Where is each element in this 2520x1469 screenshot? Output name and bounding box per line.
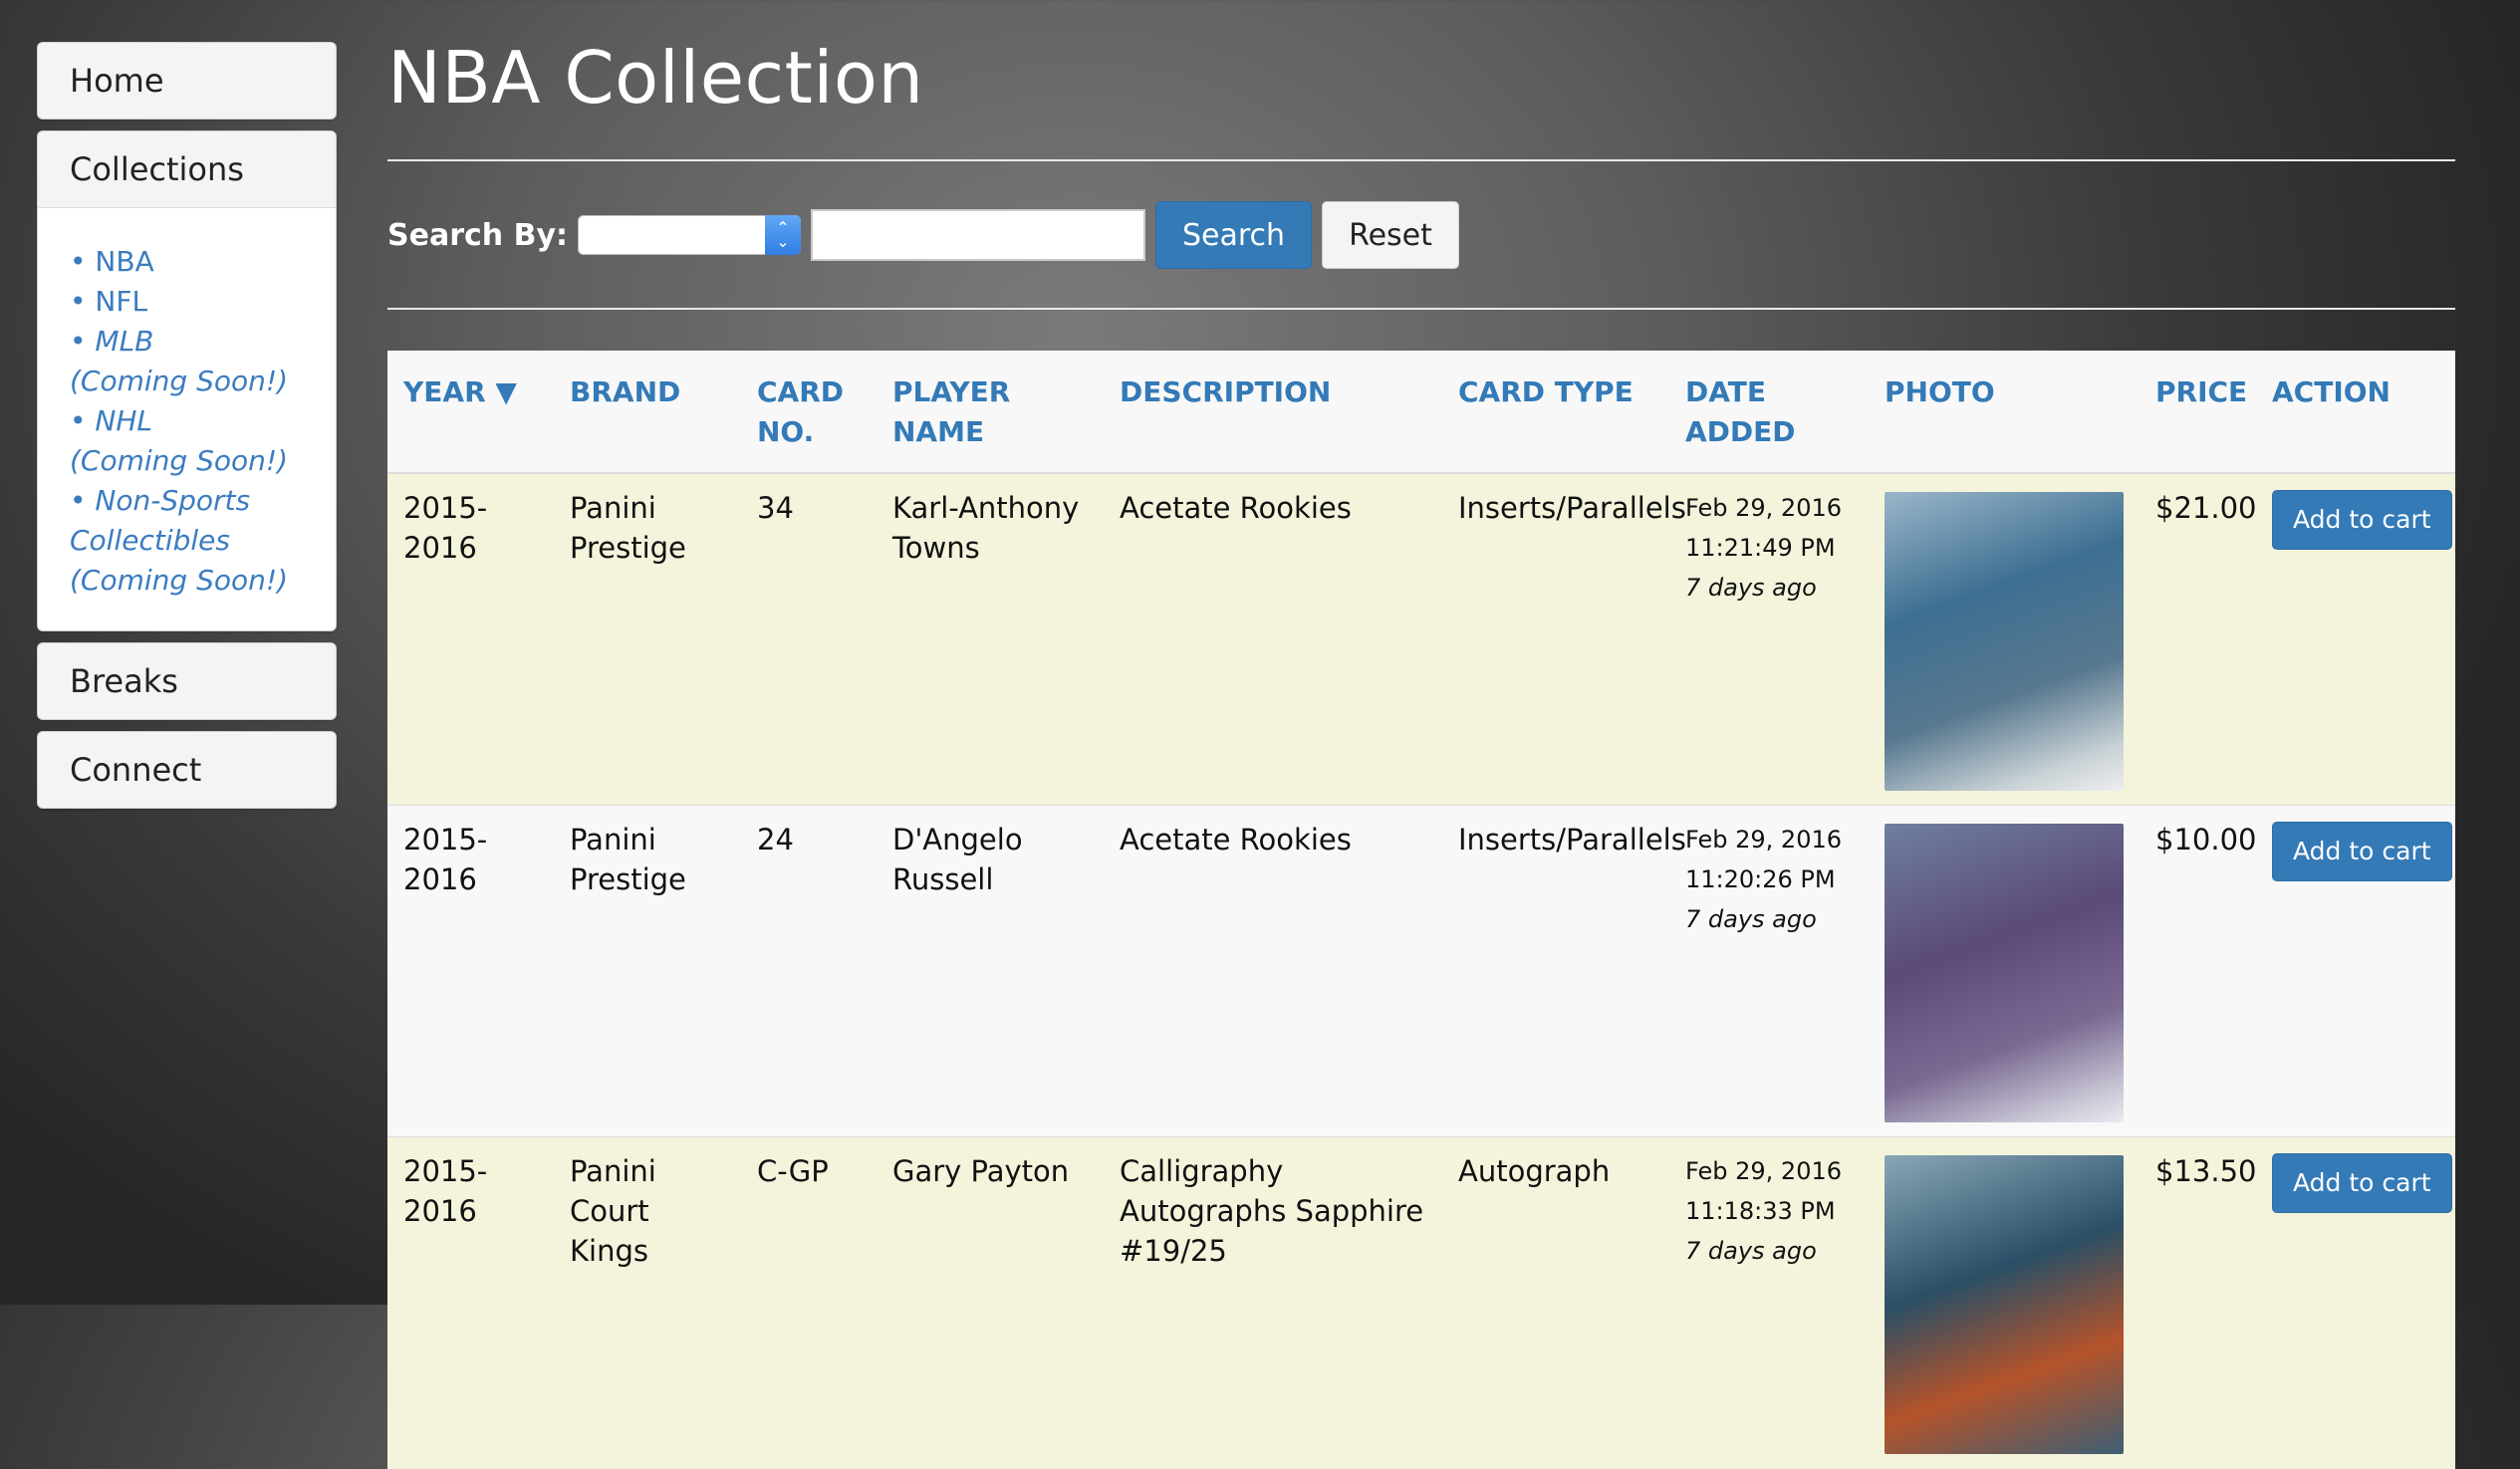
cell-player: Karl-Anthony Towns <box>877 472 1104 806</box>
cell-action: Add to cart <box>2256 805 2455 1137</box>
header-card-no[interactable]: CARD NO. <box>741 351 877 474</box>
divider <box>387 308 2455 310</box>
select-arrows-icon: ⌃ ⌄ <box>765 215 801 255</box>
cell-year: 2015-2016 <box>387 472 554 806</box>
search-input[interactable] <box>811 209 1145 261</box>
reset-button[interactable]: Reset <box>1322 201 1459 269</box>
nav-link-mlb[interactable]: • MLB <box>70 322 316 362</box>
cell-description: Acetate Rookies <box>1104 472 1442 806</box>
table-header-row: YEAR ▼ BRAND CARD NO. PLAYER NAME DESCRI… <box>387 351 2455 474</box>
add-to-cart-button[interactable]: Add to cart <box>2272 490 2452 550</box>
coming-soon-note: (Coming Soon!) <box>70 564 289 597</box>
cell-player: D'Angelo Russell <box>877 805 1104 1137</box>
collections-links: • NBA • NFL • MLB (Coming Soon!) • NHL (… <box>38 208 336 630</box>
nav-link-nba[interactable]: • NBA <box>70 242 316 282</box>
header-action[interactable]: ACTION <box>2256 351 2455 474</box>
cell-card-no: 34 <box>741 472 877 806</box>
cell-card-type: Inserts/Parallels <box>1442 805 1686 1137</box>
cell-price: $21.00 <box>2140 472 2256 806</box>
date-text: Feb 29, 2016 <box>1685 826 1842 854</box>
collections-heading[interactable]: Collections <box>38 131 336 208</box>
cell-photo <box>1869 1136 2140 1469</box>
cell-brand: Panini Court Kings <box>554 1136 741 1469</box>
cell-action: Add to cart <box>2256 1136 2455 1469</box>
cell-description: Acetate Rookies <box>1104 805 1442 1137</box>
cell-brand: Panini Prestige <box>554 472 741 806</box>
cell-card-no: 24 <box>741 805 877 1137</box>
cell-date-added: Feb 29, 2016 11:18:33 PM 7 days ago <box>1669 1136 1869 1469</box>
card-photo[interactable] <box>1885 824 2124 1122</box>
time-text: 11:21:49 PM <box>1685 534 1836 562</box>
header-year[interactable]: YEAR ▼ <box>387 351 554 474</box>
add-to-cart-button[interactable]: Add to cart <box>2272 1153 2452 1213</box>
table-row: 2015-2016 Panini Court Kings C-GP Gary P… <box>387 1136 2455 1469</box>
header-brand[interactable]: BRAND <box>554 351 741 474</box>
header-date-added[interactable]: DATE ADDED <box>1669 351 1869 474</box>
search-by-label: Search By: <box>387 217 568 253</box>
cell-photo <box>1869 472 2140 806</box>
nav-link-nhl[interactable]: • NHL <box>70 401 316 441</box>
header-photo[interactable]: PHOTO <box>1869 351 2140 474</box>
header-price[interactable]: PRICE <box>2140 351 2256 474</box>
time-text: 11:20:26 PM <box>1685 865 1836 893</box>
add-to-cart-button[interactable]: Add to cart <box>2272 822 2452 881</box>
cell-price: $13.50 <box>2140 1136 2256 1469</box>
cell-card-type: Inserts/Parallels <box>1442 472 1686 806</box>
sidebar: Home Collections • NBA • NFL • MLB (Comi… <box>37 42 337 820</box>
collection-table: YEAR ▼ BRAND CARD NO. PLAYER NAME DESCRI… <box>387 351 2455 1469</box>
relative-time: 7 days ago <box>1685 1237 1817 1265</box>
cell-photo <box>1869 805 2140 1137</box>
page-title: NBA Collection <box>387 36 924 120</box>
card-photo[interactable] <box>1885 492 2124 791</box>
date-text: Feb 29, 2016 <box>1685 494 1842 522</box>
header-player-name[interactable]: PLAYER NAME <box>877 351 1104 474</box>
collections-panel: Collections • NBA • NFL • MLB (Coming So… <box>37 130 337 631</box>
coming-soon-note: (Coming Soon!) <box>70 444 289 477</box>
divider <box>387 159 2455 161</box>
search-bar: Search By: ⌃ ⌄ Search Reset <box>387 201 1459 269</box>
nav-link-nfl[interactable]: • NFL <box>70 282 316 322</box>
header-card-type[interactable]: CARD TYPE <box>1442 351 1669 474</box>
cell-brand: Panini Prestige <box>554 805 741 1137</box>
cell-description: Calligraphy Autographs Sapphire #19/25 <box>1104 1136 1442 1469</box>
cell-year: 2015-2016 <box>387 1136 554 1469</box>
search-button[interactable]: Search <box>1155 201 1313 269</box>
cell-price: $10.00 <box>2140 805 2256 1137</box>
table-row: 2015-2016 Panini Prestige 24 D'Angelo Ru… <box>387 805 2455 1137</box>
relative-time: 7 days ago <box>1685 574 1817 602</box>
search-by-select[interactable]: ⌃ ⌄ <box>578 215 801 255</box>
header-description[interactable]: DESCRIPTION <box>1104 351 1442 474</box>
cell-date-added: Feb 29, 2016 11:20:26 PM 7 days ago <box>1669 805 1869 1137</box>
sidebar-breaks-button[interactable]: Breaks <box>37 642 337 720</box>
sidebar-connect-button[interactable]: Connect <box>37 731 337 809</box>
time-text: 11:18:33 PM <box>1685 1197 1836 1225</box>
sidebar-home-button[interactable]: Home <box>37 42 337 120</box>
cell-action: Add to cart <box>2256 472 2455 806</box>
relative-time: 7 days ago <box>1685 905 1817 933</box>
cell-date-added: Feb 29, 2016 11:21:49 PM 7 days ago <box>1669 472 1869 806</box>
table-row: 2015-2016 Panini Prestige 34 Karl-Anthon… <box>387 472 2455 806</box>
cell-player: Gary Payton <box>877 1136 1104 1469</box>
cell-card-no: C-GP <box>741 1136 877 1469</box>
date-text: Feb 29, 2016 <box>1685 1157 1842 1185</box>
card-photo[interactable] <box>1885 1155 2124 1454</box>
coming-soon-note: (Coming Soon!) <box>70 365 289 397</box>
cell-year: 2015-2016 <box>387 805 554 1137</box>
nav-link-non-sports[interactable]: • Non-Sports Collectibles <box>70 481 269 561</box>
cell-card-type: Autograph <box>1442 1136 1669 1469</box>
